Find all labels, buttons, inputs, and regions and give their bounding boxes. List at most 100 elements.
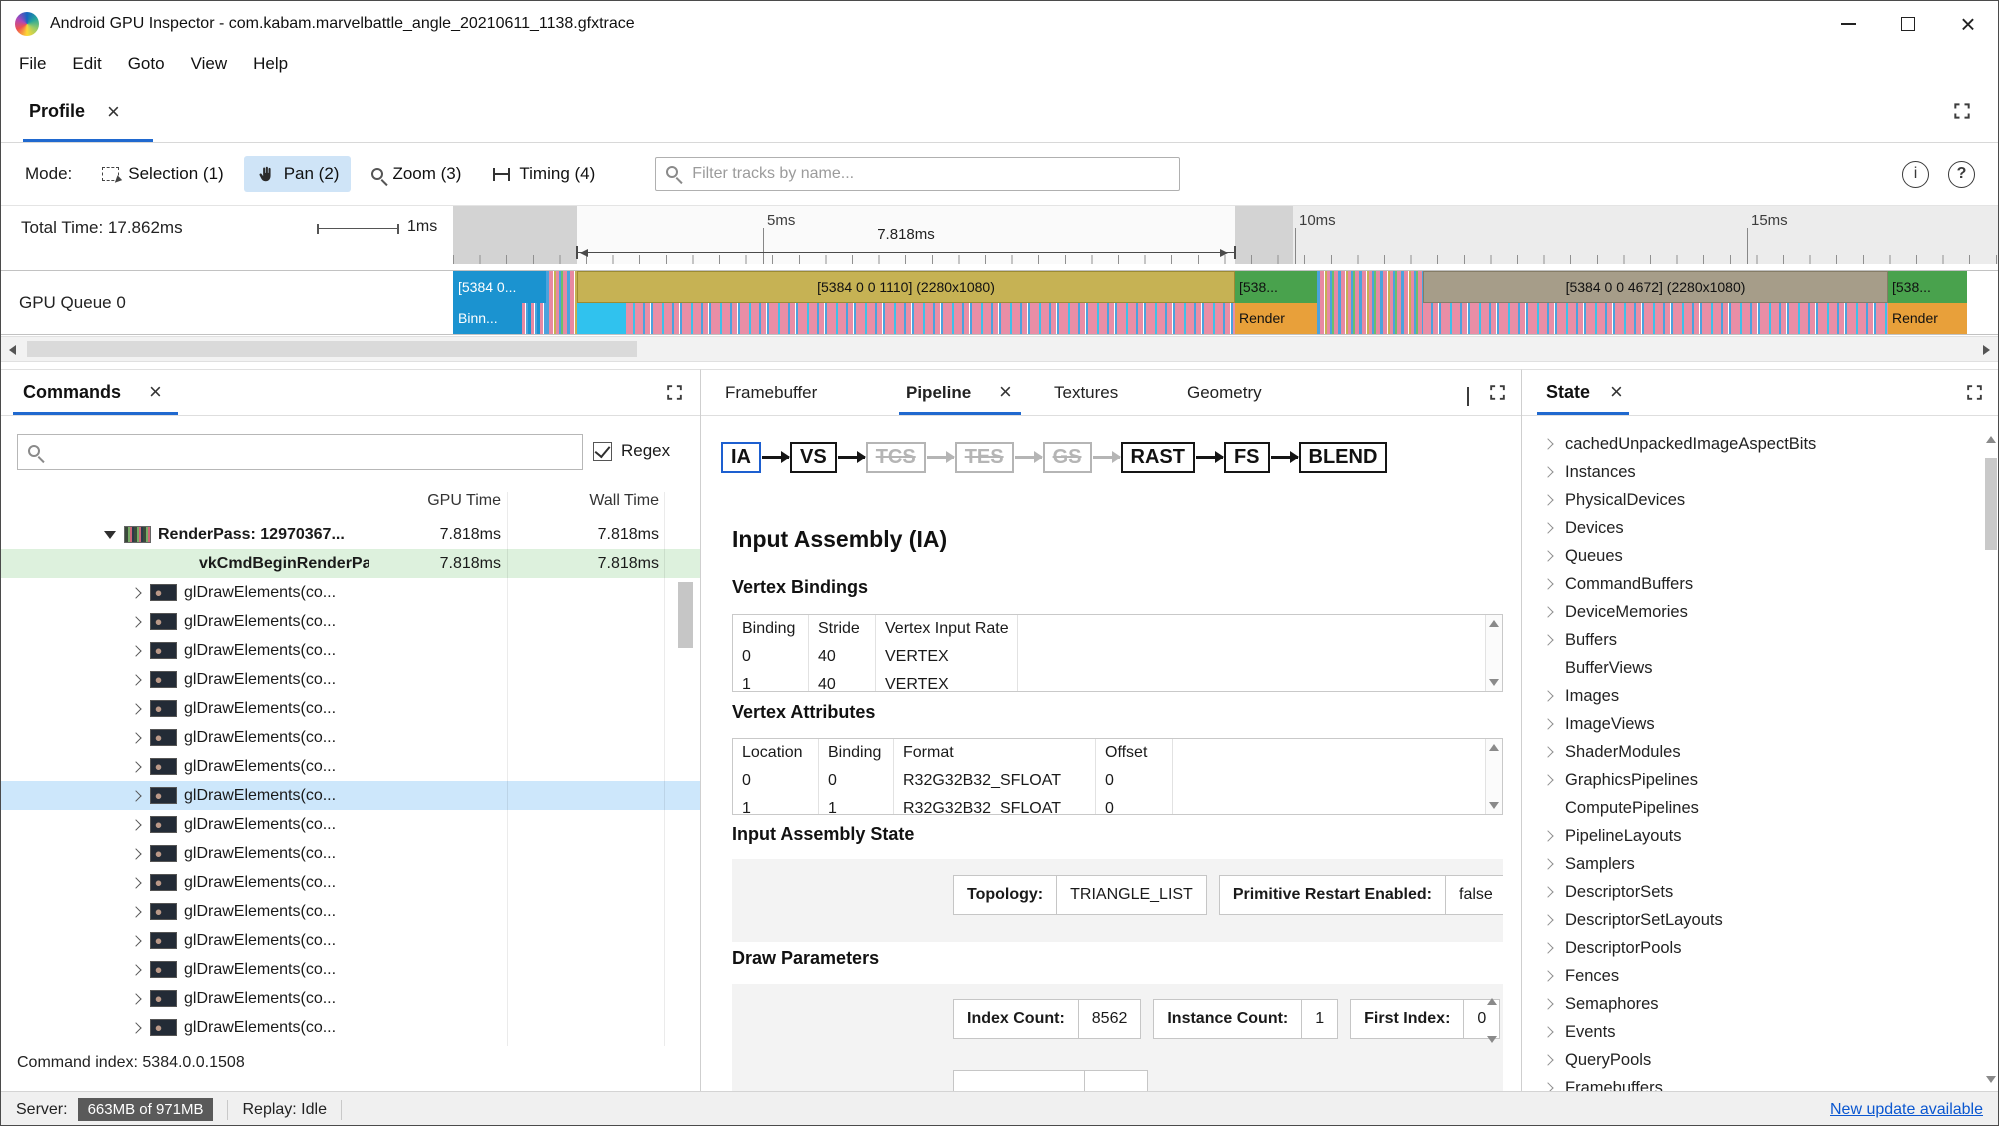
state-tree-item[interactable]: PhysicalDevices	[1522, 486, 1980, 514]
scroll-right-arrow[interactable]	[1983, 345, 1990, 355]
state-tree-item[interactable]: Devices	[1522, 514, 1980, 542]
state-tree-item[interactable]: ShaderModules	[1522, 738, 1980, 766]
state-tree-item[interactable]: Events	[1522, 1018, 1980, 1046]
state-tree-item[interactable]: CommandBuffers	[1522, 570, 1980, 598]
state-tree-item[interactable]: GraphicsPipelines	[1522, 766, 1980, 794]
state-tree-item[interactable]: ComputePipelines	[1522, 794, 1980, 822]
command-row[interactable]: glDrawElements(co...	[1, 926, 700, 955]
trace-span-renderpass-1110[interactable]: [5384 0 0 1110] (2280x1080)	[577, 271, 1235, 334]
pipeline-stage-button[interactable]: TES	[954, 442, 1014, 473]
pipeline-stage-button[interactable]: IA	[721, 442, 761, 473]
selection-mode-button[interactable]: Selection (1)	[90, 156, 235, 192]
table-row[interactable]: 1 1 R32G32B32_SFLOAT 0	[733, 795, 1502, 814]
expand-icon[interactable]	[130, 1021, 142, 1034]
expand-icon[interactable]	[130, 644, 142, 657]
state-tree-item[interactable]: Instances	[1522, 458, 1980, 486]
tab-framebuffer[interactable]: Framebuffer	[725, 370, 817, 416]
scroll-up-arrow[interactable]	[1487, 998, 1497, 1005]
state-tree-item[interactable]: DescriptorSetLayouts	[1522, 906, 1980, 934]
state-tree-item[interactable]: Images	[1522, 682, 1980, 710]
scroll-down-arrow[interactable]	[1489, 679, 1499, 686]
state-scrollbar-thumb[interactable]	[1985, 458, 1997, 550]
state-tree-item[interactable]: ImageViews	[1522, 710, 1980, 738]
expand-icon[interactable]	[130, 992, 142, 1005]
pipeline-stage-button[interactable]: RAST	[1120, 442, 1195, 473]
timeline-horizontal-scrollbar[interactable]	[1, 336, 1998, 362]
state-tree-item[interactable]: DescriptorPools	[1522, 934, 1980, 962]
state-tree-item[interactable]: PipelineLayouts	[1522, 822, 1980, 850]
command-row[interactable]: glDrawElements(co...	[1, 578, 700, 607]
fullscreen-icon[interactable]	[665, 383, 684, 402]
command-row[interactable]: glDrawElements(co...	[1, 1013, 700, 1042]
expand-icon[interactable]	[130, 934, 142, 947]
tab-profile[interactable]: Profile	[29, 81, 120, 142]
state-tree-item[interactable]: Queues	[1522, 542, 1980, 570]
state-tree-item[interactable]: Samplers	[1522, 850, 1980, 878]
expand-icon[interactable]	[130, 847, 142, 860]
state-tree-item[interactable]: Semaphores	[1522, 990, 1980, 1018]
menu-edit[interactable]: Edit	[59, 54, 114, 74]
table-scrollbar[interactable]	[1485, 615, 1502, 691]
expand-icon[interactable]	[130, 905, 142, 918]
state-tree-item[interactable]: cachedUnpackedImageAspectBits	[1522, 430, 1980, 458]
tab-geometry[interactable]: Geometry	[1187, 370, 1262, 416]
trace-span-render-1[interactable]: [538... Render	[1235, 271, 1317, 334]
state-tree-item[interactable]: DeviceMemories	[1522, 598, 1980, 626]
time-ruler[interactable]: 5ms 10ms 15ms Total Time: 17.862ms 1ms 7…	[1, 206, 1998, 264]
menu-file[interactable]: File	[6, 54, 59, 74]
menu-help[interactable]: Help	[240, 54, 301, 74]
table-row[interactable]: 1 40 VERTEX	[733, 671, 1502, 691]
timing-mode-button[interactable]: Timing (4)	[481, 156, 607, 192]
fullscreen-icon[interactable]	[1965, 383, 1984, 402]
close-profile-tab-icon[interactable]	[107, 101, 120, 123]
menu-goto[interactable]: Goto	[115, 54, 178, 74]
command-row[interactable]: glDrawElements(co...	[1, 810, 700, 839]
expand-icon[interactable]	[130, 702, 142, 715]
menu-view[interactable]: View	[178, 54, 241, 74]
tab-pipeline[interactable]: Pipeline	[906, 370, 971, 416]
pan-mode-button[interactable]: Pan (2)	[243, 156, 352, 192]
gpu-queue-track[interactable]: GPU Queue 0 [5384 0... Binn... [5384 0 0…	[1, 270, 1998, 335]
fullscreen-icon[interactable]	[1488, 383, 1507, 402]
expand-icon[interactable]	[130, 789, 142, 802]
update-link[interactable]: New update available	[1830, 1101, 1983, 1119]
wall-time-column-header[interactable]: Wall Time	[521, 492, 659, 520]
close-commands-icon[interactable]	[149, 381, 162, 403]
close-state-icon[interactable]	[1610, 381, 1623, 403]
info-icon[interactable]: i	[1902, 160, 1929, 188]
minimize-button[interactable]	[1818, 1, 1878, 47]
scroll-left-arrow[interactable]	[9, 345, 16, 355]
command-row[interactable]: RenderPass: 12970367... 7.818ms 7.818ms	[1, 520, 700, 549]
close-button[interactable]	[1938, 1, 1998, 47]
commands-tab-label[interactable]: Commands	[23, 382, 121, 403]
filter-tracks-input[interactable]	[655, 157, 1181, 191]
scroll-up-arrow[interactable]	[1489, 620, 1499, 627]
expand-icon[interactable]	[130, 818, 142, 831]
close-pipeline-tab-icon[interactable]	[999, 381, 1012, 403]
command-row[interactable]: glDrawElements(co...	[1, 955, 700, 984]
state-tab-label[interactable]: State	[1546, 382, 1590, 403]
commands-search-box[interactable]	[17, 434, 583, 470]
regex-checkbox[interactable]	[593, 442, 612, 461]
trace-span-render-2[interactable]: [538... Render	[1888, 271, 1967, 334]
state-tree-item[interactable]: Framebuffers	[1522, 1074, 1980, 1091]
command-row[interactable]: glDrawElements(co...	[1, 984, 700, 1013]
pipeline-stage-button[interactable]: BLEND	[1298, 442, 1388, 473]
state-tree-item[interactable]: Fences	[1522, 962, 1980, 990]
command-row[interactable]: glDrawElements(co...	[1, 781, 700, 810]
commands-scrollbar-thumb[interactable]	[678, 582, 693, 648]
expand-icon[interactable]	[104, 530, 116, 539]
expand-icon[interactable]	[130, 731, 142, 744]
state-tree-item[interactable]: DescriptorSets	[1522, 878, 1980, 906]
pipeline-stage-button[interactable]: GS	[1042, 442, 1092, 473]
zoom-mode-button[interactable]: Zoom (3)	[359, 156, 473, 192]
command-row[interactable]: glDrawElements(co...	[1, 752, 700, 781]
tab-textures[interactable]: Textures	[1054, 370, 1118, 416]
expand-icon[interactable]	[130, 876, 142, 889]
expand-icon[interactable]	[130, 760, 142, 773]
command-row[interactable]: glDrawElements(co...	[1, 723, 700, 752]
command-row[interactable]: glDrawElements(co...	[1, 607, 700, 636]
command-row[interactable]: glDrawElements(co...	[1, 868, 700, 897]
expand-icon[interactable]	[130, 963, 142, 976]
fullscreen-icon[interactable]	[1952, 101, 1972, 121]
